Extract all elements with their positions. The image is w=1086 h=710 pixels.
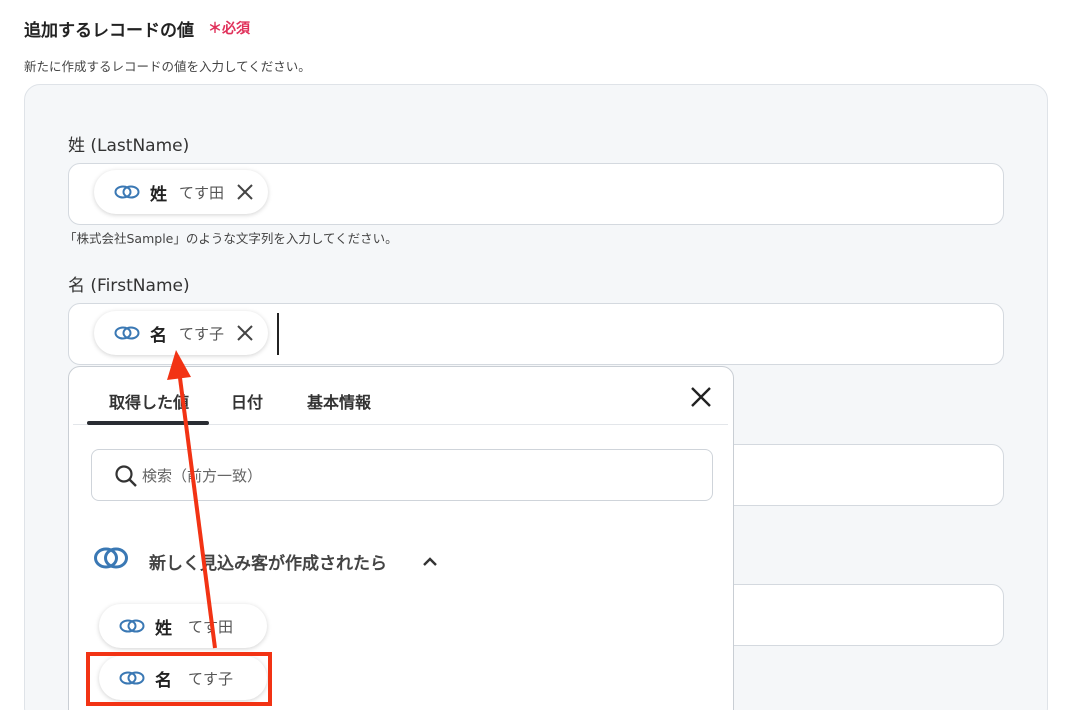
required-badge: ＊必須 — [208, 21, 250, 37]
firstname-label: 名 (FirstName) — [68, 276, 190, 296]
search-box — [91, 449, 713, 501]
group-title[interactable]: 新しく見込み客が作成されたら — [149, 549, 387, 574]
chip-value: てす子 — [179, 324, 225, 343]
tab-basic-info[interactable]: 基本情報 — [307, 389, 371, 413]
section-description: 新たに作成するレコードの値を入力してください。 — [24, 59, 311, 74]
search-input[interactable] — [142, 462, 682, 490]
chip-name: 名 — [150, 325, 167, 346]
tab-obtained-values[interactable]: 取得した値 — [109, 389, 189, 413]
link-icon — [114, 185, 140, 199]
chevron-up-icon[interactable] — [421, 553, 439, 571]
text-cursor — [277, 313, 279, 355]
tab-date[interactable]: 日付 — [231, 389, 263, 413]
picker-tabs: 取得した値 日付 基本情報 — [73, 367, 728, 425]
close-icon[interactable] — [689, 385, 713, 409]
remove-chip-icon[interactable] — [236, 324, 254, 342]
picker-item-lastname[interactable]: 姓 てす田 — [99, 604, 268, 648]
search-icon — [115, 465, 137, 487]
active-tab-indicator — [87, 421, 209, 425]
remove-chip-icon[interactable] — [236, 183, 254, 201]
firstname-chip[interactable]: 名 てす子 — [94, 311, 269, 355]
chip-name: 姓 — [150, 184, 167, 205]
lastname-label: 姓 (LastName) — [68, 136, 190, 156]
item-name: 姓 — [155, 618, 172, 639]
lastname-chip[interactable]: 姓 てす田 — [94, 170, 269, 214]
lastname-hint: 「株式会社Sample」のような文字列を入力してください。 — [64, 231, 398, 246]
link-icon — [119, 619, 145, 633]
link-group-icon — [94, 547, 128, 569]
chip-value: てす田 — [179, 183, 225, 202]
item-value: てす田 — [188, 617, 234, 636]
highlight-box — [86, 652, 272, 706]
link-icon — [114, 326, 140, 340]
section-title: 追加するレコードの値 — [24, 21, 194, 41]
